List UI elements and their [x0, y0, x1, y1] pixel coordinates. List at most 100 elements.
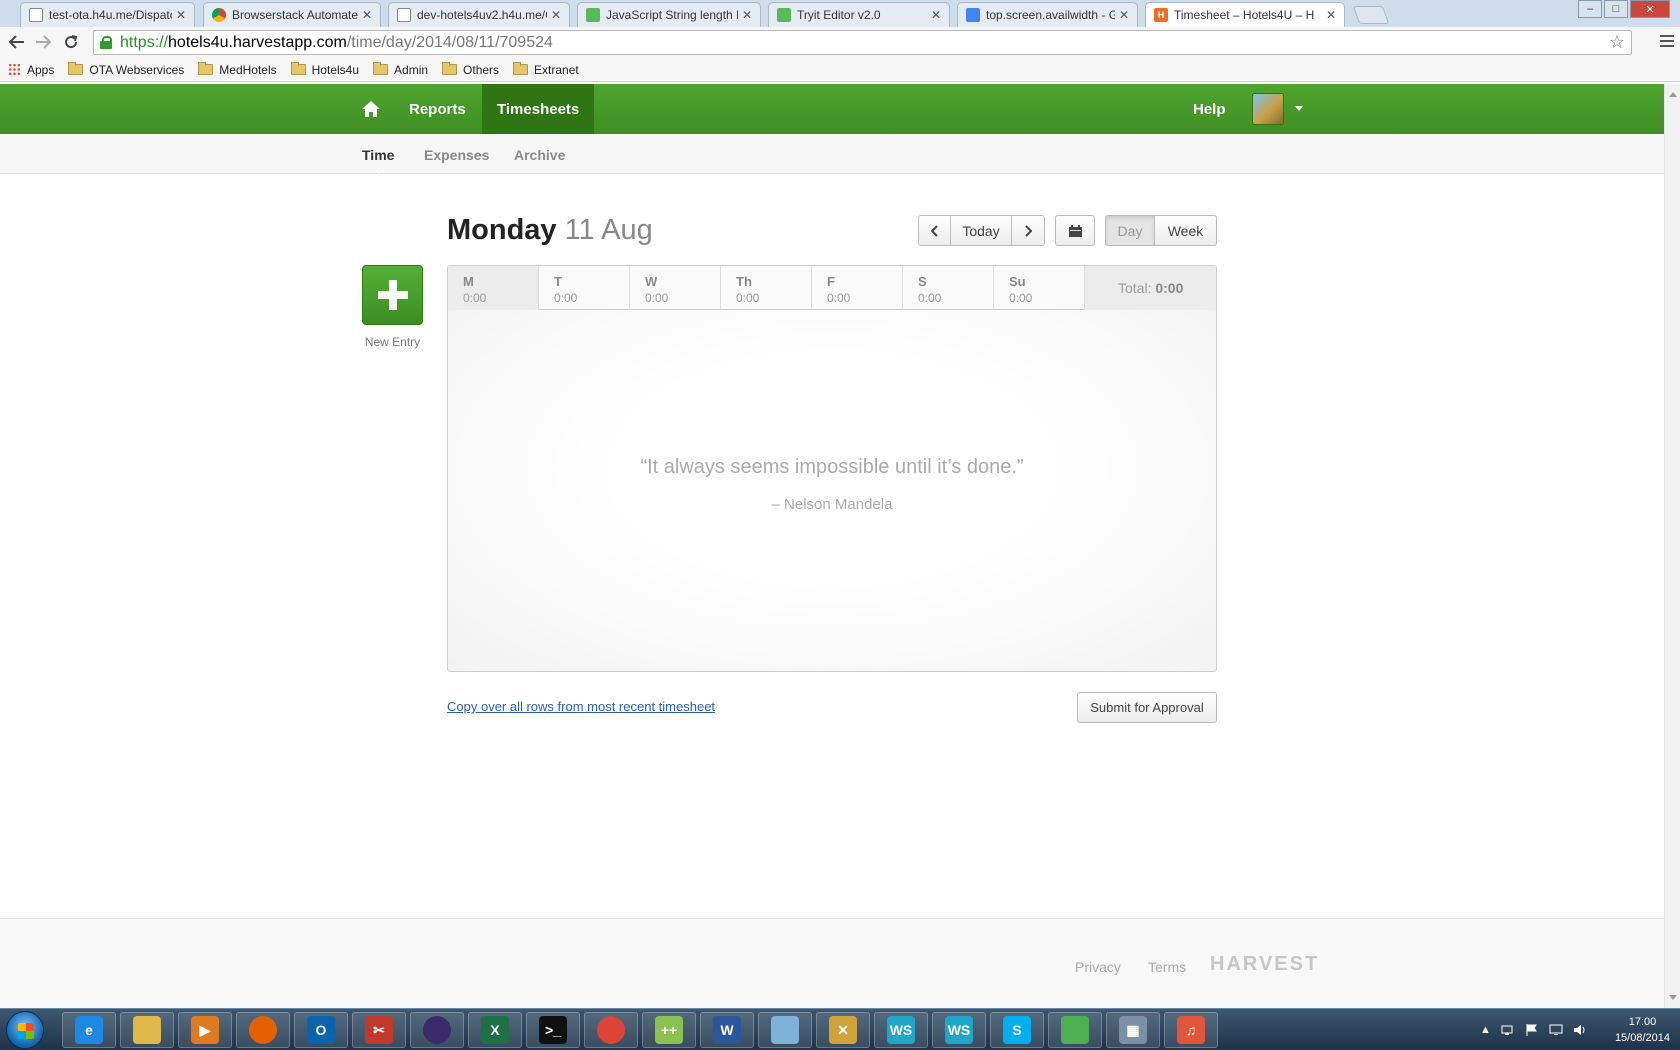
week-day-hours: 0:00	[645, 291, 669, 305]
calculator-icon: ▦	[1119, 1016, 1147, 1044]
footer-terms-link[interactable]: Terms	[1148, 959, 1186, 975]
minimize-button[interactable]: –	[1578, 0, 1602, 18]
network-icon[interactable]	[1501, 1024, 1515, 1036]
browser-tab[interactable]: test-ota.h4u.me/Dispatch ✕	[20, 2, 195, 27]
document-icon	[29, 8, 43, 22]
excel-icon: X	[481, 1016, 509, 1044]
volume-icon[interactable]	[1573, 1024, 1587, 1036]
display-icon[interactable]	[1549, 1024, 1563, 1036]
bookmark-folder[interactable]: OTA Webservices	[68, 62, 184, 77]
subnav-expenses[interactable]: Expenses	[424, 147, 489, 163]
bookmark-folder[interactable]: MedHotels	[198, 62, 277, 77]
close-tab-icon[interactable]: ✕	[176, 8, 186, 22]
taskbar-app-button[interactable]	[410, 1012, 464, 1048]
close-window-button[interactable]: ✕	[1630, 0, 1670, 18]
footer-privacy-link[interactable]: Privacy	[1075, 959, 1121, 975]
bookmark-star-icon[interactable]: ☆	[1609, 32, 1625, 53]
today-button[interactable]: Today	[951, 215, 1012, 246]
new-tab-button[interactable]	[1352, 6, 1390, 24]
taskbar-app-button[interactable]: ✕	[816, 1012, 870, 1048]
close-tab-icon[interactable]: ✕	[551, 8, 561, 22]
reload-icon	[65, 35, 78, 49]
taskbar-app-button[interactable]: ++	[642, 1012, 696, 1048]
taskbar-app-button[interactable]: W	[700, 1012, 754, 1048]
week-day-label: T	[554, 274, 562, 289]
folder-icon	[290, 62, 306, 75]
account-dropdown-caret-icon[interactable]	[1295, 106, 1303, 111]
home-icon[interactable]	[361, 99, 381, 119]
taskbar-app-button[interactable]: X	[468, 1012, 522, 1048]
taskbar-app-button[interactable]: S	[990, 1012, 1044, 1048]
bookmark-folder[interactable]: Admin	[373, 62, 428, 77]
day-view-button[interactable]: Day	[1105, 215, 1155, 246]
back-button[interactable]	[6, 31, 28, 53]
taskbar-app-button[interactable]	[584, 1012, 638, 1048]
week-day-cell[interactable]: W 0:00	[630, 266, 721, 310]
week-day-cell[interactable]: M 0:00	[448, 266, 539, 310]
system-clock[interactable]: 17:00 15/08/2014	[1615, 1014, 1670, 1046]
nav-timesheets[interactable]: Timesheets	[482, 84, 595, 134]
browser-tab[interactable]: Tryit Editor v2.0 ✕	[768, 2, 950, 27]
action-center-flag-icon[interactable]	[1525, 1024, 1539, 1036]
scroll-down-icon[interactable]	[1669, 995, 1677, 1000]
sublime-icon	[1061, 1016, 1089, 1044]
new-entry-button[interactable]	[362, 265, 423, 325]
taskbar-app-button[interactable]: ▶	[178, 1012, 232, 1048]
taskbar-app-button[interactable]	[758, 1012, 812, 1048]
forward-button[interactable]	[32, 31, 54, 53]
subnav-archive[interactable]: Archive	[514, 147, 565, 163]
bookmark-label: Others	[463, 62, 500, 77]
close-tab-icon[interactable]: ✕	[1326, 8, 1336, 22]
taskbar-app-button[interactable]: WS	[932, 1012, 986, 1048]
browser-menu-icon[interactable]	[1660, 32, 1674, 50]
reload-button[interactable]	[60, 31, 82, 53]
taskbar-app-button[interactable]: ▦	[1106, 1012, 1160, 1048]
start-button[interactable]	[6, 1011, 44, 1049]
bookmark-folder[interactable]: Extranet	[513, 62, 579, 77]
week-view-button[interactable]: Week	[1155, 215, 1217, 246]
bookmark-apps[interactable]: Apps	[8, 63, 54, 77]
close-tab-icon[interactable]: ✕	[362, 8, 372, 22]
taskbar-app-button[interactable]: ♫	[1164, 1012, 1218, 1048]
week-day-cell[interactable]: Su 0:00	[994, 266, 1085, 310]
next-day-button[interactable]	[1012, 215, 1045, 246]
nav-help[interactable]: Help	[1193, 84, 1226, 134]
taskbar-app-button[interactable]: >_	[526, 1012, 580, 1048]
browser-tab[interactable]: Browserstack Automate : S ✕	[203, 2, 381, 27]
taskbar-app-button[interactable]: e	[62, 1012, 116, 1048]
close-tab-icon[interactable]: ✕	[1119, 8, 1129, 22]
show-hidden-icons-icon[interactable]: ▲	[1480, 1024, 1491, 1036]
taskbar-app-button[interactable]	[236, 1012, 290, 1048]
browser-tab[interactable]: JavaScript String length Pr ✕	[577, 2, 761, 27]
week-day-hours: 0:00	[736, 291, 760, 305]
page-scrollbar[interactable]	[1664, 84, 1680, 1008]
taskbar-app-button[interactable]	[120, 1012, 174, 1048]
browser-tab[interactable]: H Timesheet – Hotels4U – H ✕	[1145, 2, 1345, 27]
copy-rows-link[interactable]: Copy over all rows from most recent time…	[447, 699, 715, 714]
previous-day-button[interactable]	[918, 215, 951, 246]
harvest-logo[interactable]: HARVEST	[1210, 953, 1319, 976]
taskbar-app-button[interactable]: O	[294, 1012, 348, 1048]
close-tab-icon[interactable]: ✕	[931, 8, 941, 22]
calendar-button[interactable]	[1055, 215, 1095, 246]
nav-reports[interactable]: Reports	[409, 84, 466, 134]
week-day-cell[interactable]: T 0:00	[539, 266, 630, 310]
subnav-time[interactable]: Time	[362, 147, 394, 180]
taskbar-app-button[interactable]: WS	[874, 1012, 928, 1048]
browser-tab[interactable]: top.screen.availwidth - Go ✕	[957, 2, 1138, 27]
submit-for-approval-button[interactable]: Submit for Approval	[1077, 692, 1217, 723]
scroll-up-icon[interactable]	[1669, 92, 1677, 97]
taskbar-app-button[interactable]	[1048, 1012, 1102, 1048]
week-day-cell[interactable]: F 0:00	[812, 266, 903, 310]
week-day-label: S	[918, 274, 927, 289]
close-tab-icon[interactable]: ✕	[742, 8, 752, 22]
week-day-cell[interactable]: Th 0:00	[721, 266, 812, 310]
taskbar-app-button[interactable]: ✂	[352, 1012, 406, 1048]
bookmark-folder[interactable]: Others	[442, 62, 500, 77]
bookmark-folder[interactable]: Hotels4u	[290, 62, 359, 77]
week-day-cell[interactable]: S 0:00	[903, 266, 994, 310]
user-avatar[interactable]	[1252, 93, 1284, 125]
browser-tab[interactable]: dev-hotels4uv2.h4u.me/C ✕	[388, 2, 570, 27]
address-bar[interactable]: https://hotels4u.harvestapp.com/time/day…	[93, 30, 1632, 55]
maximize-button[interactable]: □	[1604, 0, 1628, 18]
